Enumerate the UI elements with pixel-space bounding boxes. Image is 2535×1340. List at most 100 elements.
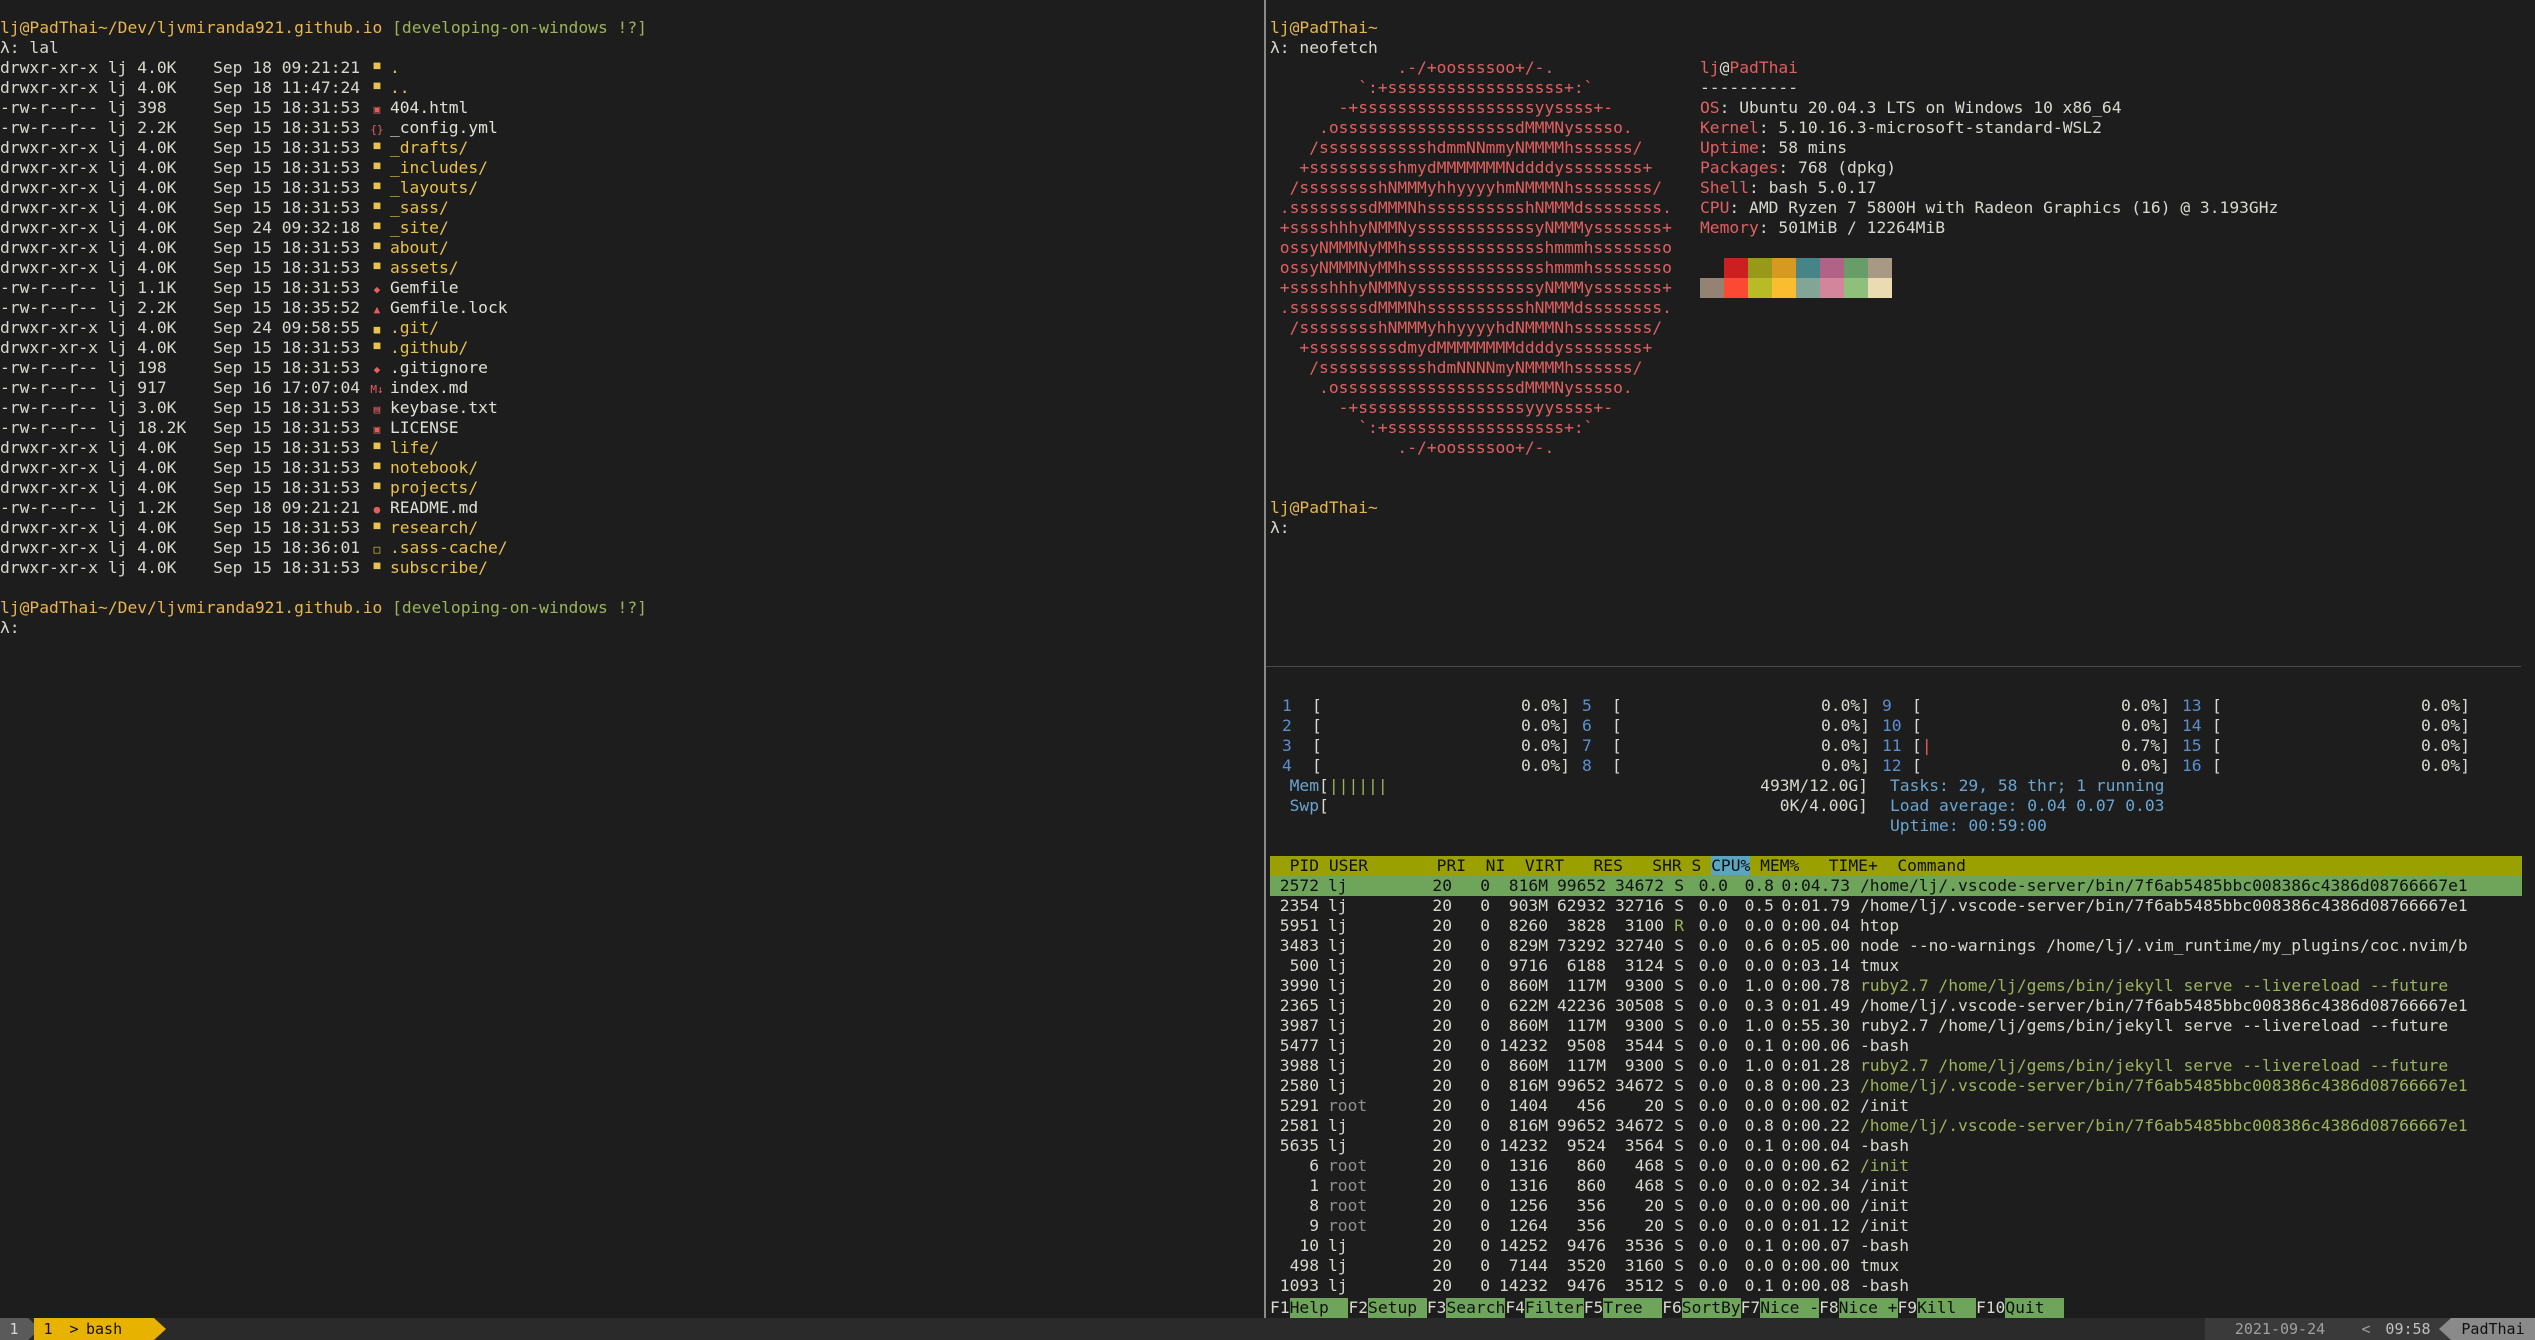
cell-time: 0:00.02 bbox=[1781, 1096, 1850, 1115]
fkey-f10[interactable]: F10 bbox=[1976, 1298, 2005, 1317]
table-row[interactable]: 498 lj 20 0 7144 3520 3160 S 0.0 0.0 0:00.00 tm… bbox=[1270, 1256, 2522, 1276]
pane-divider-horizontal[interactable] bbox=[1266, 666, 2521, 667]
file-name[interactable]: research/ bbox=[390, 518, 478, 537]
tmux-window-active[interactable]: 1 > bash bbox=[34, 1318, 154, 1340]
fkey-f5[interactable]: F5 bbox=[1584, 1298, 1604, 1317]
fkey-label[interactable]: SortBy bbox=[1681, 1298, 1741, 1318]
file-name[interactable]: .gitignore bbox=[390, 358, 488, 377]
table-row[interactable]: 5477 lj 20 0 14232 9508 3544 S 0.0 0.1 0:00.06-… bbox=[1270, 1036, 2522, 1056]
table-row[interactable]: 2580 lj 20 0 816M 99652 34672 S 0.0 0.8 0:00.23 /… bbox=[1270, 1076, 2522, 1096]
process-table-header[interactable]: PID USER PRI NI VIRT RES SHR S CPU% MEM%… bbox=[1270, 856, 2522, 876]
file-name[interactable]: _includes/ bbox=[390, 158, 488, 177]
cell-command: /home/lj/.vscode-server/bin/7f6ab5485bbc… bbox=[1860, 996, 2468, 1015]
table-row[interactable]: 1093 lj 20 0 14232 9476 3512 S 0.0 0.1 0:00.08-… bbox=[1270, 1276, 2522, 1296]
table-row[interactable]: 2354 lj 20 0 903M 62932 32716 S 0.0 0.5 0:01.79 /… bbox=[1270, 896, 2522, 916]
file-name[interactable]: subscribe/ bbox=[390, 558, 488, 577]
cell-mem: 0.1 bbox=[1744, 1136, 1774, 1155]
file-date: Sep 18 11:47:24 bbox=[213, 78, 361, 97]
table-row[interactable]: 8 root 20 0 1256 356 20 S 0.0 0.0 0:00.00/init bbox=[1270, 1196, 2522, 1216]
cell-mem: 0.1 bbox=[1744, 1236, 1774, 1255]
neofetch-pane[interactable]: lj@PadThai~ λ: neofetch .-/+oossssoo+/-.… bbox=[1270, 18, 2535, 658]
fkey-f4[interactable]: F4 bbox=[1505, 1298, 1525, 1317]
file-name[interactable]: _drafts/ bbox=[390, 138, 468, 157]
fkey-label[interactable]: Nice - bbox=[1760, 1298, 1820, 1318]
fkey-label[interactable]: Filter bbox=[1524, 1298, 1584, 1318]
table-row[interactable]: 3988 lj 20 0 860M 117M 9300 S 0.0 1.0 0:01.28 r… bbox=[1270, 1056, 2522, 1076]
cell-mem: 0.0 bbox=[1744, 1156, 1774, 1175]
cpu-meter: 15 [0.0%] bbox=[2182, 736, 2470, 756]
cell-time: 0:55.30 bbox=[1781, 1016, 1850, 1035]
file-name[interactable]: _site/ bbox=[390, 218, 449, 237]
fkey-f6[interactable]: F6 bbox=[1662, 1298, 1682, 1317]
file-name[interactable]: .github/ bbox=[390, 338, 468, 357]
file-name[interactable]: about/ bbox=[390, 238, 449, 257]
fkey-label[interactable]: Nice + bbox=[1838, 1298, 1898, 1318]
file-name[interactable]: _layouts/ bbox=[390, 178, 478, 197]
table-row[interactable]: 3990 lj 20 0 860M 117M 9300 S 0.0 1.0 0:00.78 r… bbox=[1270, 976, 2522, 996]
fkey-f2[interactable]: F2 bbox=[1348, 1298, 1368, 1317]
table-row[interactable]: 5951 lj 20 0 8260 3828 3100 R 0.0 0.0 0:00.04 h… bbox=[1270, 916, 2522, 936]
fkey-label[interactable]: Quit bbox=[2005, 1298, 2065, 1318]
sort-column-cpu[interactable]: CPU% bbox=[1711, 856, 1751, 875]
file-name[interactable]: notebook/ bbox=[390, 458, 478, 477]
htop-pane[interactable]: 1 [0.0%] 2 [0.0%] 3 [0.0%] 4 [0.0%] 5 [0.0%] 6 [0.0… bbox=[1270, 696, 2535, 1318]
table-row[interactable]: 5291 root 20 0 1404 456 20 S 0.0 0.0 0:00.02/in… bbox=[1270, 1096, 2522, 1116]
file-name[interactable]: .sass-cache/ bbox=[390, 538, 508, 557]
cell-pri: 20 bbox=[1432, 1056, 1452, 1075]
file-name[interactable]: .git/ bbox=[390, 318, 439, 337]
file-name[interactable]: life/ bbox=[390, 438, 439, 457]
file-name[interactable]: projects/ bbox=[390, 478, 478, 497]
cpu-meter: 4 [0.0%] bbox=[1282, 756, 1570, 776]
table-row[interactable]: 6 root 20 0 1316 860 468 S 0.0 0.0 0:00.62/init bbox=[1270, 1156, 2522, 1176]
fkey-label[interactable]: Kill bbox=[1917, 1298, 1976, 1318]
file-name[interactable]: _config.yml bbox=[390, 118, 498, 137]
info-separator: ---------- bbox=[1700, 78, 1799, 97]
table-row[interactable]: 3987 lj 20 0 860M 117M 9300 S 0.0 1.0 0:55.30 r… bbox=[1270, 1016, 2522, 1036]
folder-icon: ▀ bbox=[373, 183, 381, 196]
file-name[interactable]: assets/ bbox=[390, 258, 459, 277]
file-name[interactable]: .. bbox=[390, 78, 410, 97]
table-row[interactable]: 5635 lj 20 0 14232 9524 3564 S 0.0 0.1 0:00.04-… bbox=[1270, 1136, 2522, 1156]
cpu-number: 4 bbox=[1282, 756, 1292, 775]
fkey-label[interactable]: Help bbox=[1289, 1298, 1349, 1318]
fkey-f3[interactable]: F3 bbox=[1427, 1298, 1447, 1317]
pane-divider-vertical[interactable] bbox=[1264, 0, 1266, 1318]
fkey-label[interactable]: Search bbox=[1446, 1298, 1506, 1318]
input-prompt[interactable]: λ: bbox=[0, 618, 1262, 638]
file-name[interactable]: 404.html bbox=[390, 98, 468, 117]
file-size: 398 bbox=[137, 98, 167, 117]
file-name[interactable]: index.md bbox=[390, 378, 468, 397]
table-row[interactable]: 500 lj 20 0 9716 6188 3124 S 0.0 0.0 0:03.14 tm… bbox=[1270, 956, 2522, 976]
table-row[interactable]: 2581 lj 20 0 816M 99652 34672 S 0.0 0.8 0:00.22 /… bbox=[1270, 1116, 2522, 1136]
table-row[interactable]: 9 root 20 0 1264 356 20 S 0.0 0.0 0:01.12/init bbox=[1270, 1216, 2522, 1236]
left-terminal-pane[interactable]: lj@PadThai~/Dev/ljvmiranda921.github.io … bbox=[0, 18, 1262, 1316]
fkey-f9[interactable]: F9 bbox=[1898, 1298, 1918, 1317]
table-row[interactable]: 3483 lj 20 0 829M 73292 32740 S 0.0 0.6 0:05.00 n… bbox=[1270, 936, 2522, 956]
file-name[interactable]: Gemfile bbox=[390, 278, 459, 297]
file-name[interactable]: _sass/ bbox=[390, 198, 449, 217]
table-row[interactable]: 2365 lj 20 0 622M 42236 30508 S 0.0 0.3 0:01.49 /… bbox=[1270, 996, 2522, 1016]
fkey-label[interactable]: Tree bbox=[1603, 1298, 1663, 1318]
file-name[interactable]: Gemfile.lock bbox=[390, 298, 508, 317]
file-name[interactable]: . bbox=[390, 58, 400, 77]
fkey-f7[interactable]: F7 bbox=[1741, 1298, 1761, 1317]
cell-s: S bbox=[1674, 1276, 1684, 1295]
fkey-f8[interactable]: F8 bbox=[1819, 1298, 1839, 1317]
cell-user: lj bbox=[1328, 1016, 1368, 1035]
file-name[interactable]: README.md bbox=[390, 498, 478, 517]
header-columns[interactable]: PID USER PRI NI VIRT RES SHR S bbox=[1270, 856, 1711, 875]
file-name[interactable]: LICENSE bbox=[390, 418, 459, 437]
file-name[interactable]: keybase.txt bbox=[390, 398, 498, 417]
fkey-f1[interactable]: F1 bbox=[1270, 1298, 1290, 1317]
header-columns-tail[interactable]: MEM% TIME+ Command bbox=[1750, 856, 1966, 875]
color-swatch bbox=[1868, 258, 1892, 278]
file-permissions: drwxr-xr-x bbox=[0, 518, 99, 537]
file-date: Sep 15 18:36:01 bbox=[213, 538, 361, 557]
fkey-label[interactable]: Setup bbox=[1368, 1298, 1427, 1318]
table-row[interactable]: 2572 lj 20 0 816M 99652 34672 S 0.0 0.8 0:04.73 /… bbox=[1270, 876, 2522, 896]
table-row[interactable]: 1 root 20 0 1316 860 468 S 0.0 0.0 0:02.34/init bbox=[1270, 1176, 2522, 1196]
cell-ni: 0 bbox=[1480, 1156, 1490, 1175]
table-row[interactable]: 10 lj 20 0 14252 9476 3536 S 0.0 0.1 0:00.07 -ba… bbox=[1270, 1236, 2522, 1256]
cpu-bracket: [ bbox=[2212, 736, 2222, 755]
input-prompt[interactable]: λ: bbox=[1270, 518, 1378, 538]
